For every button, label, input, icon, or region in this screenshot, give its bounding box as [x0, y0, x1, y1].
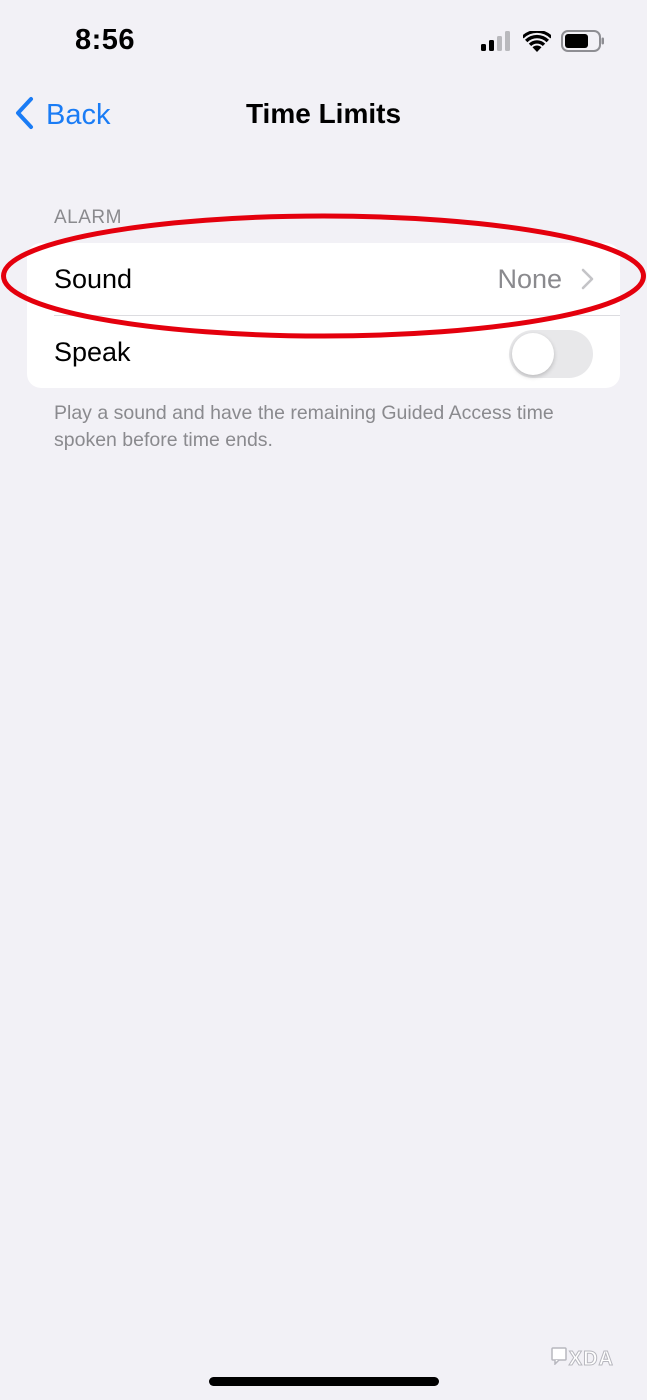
cellular-signal-icon — [481, 31, 513, 56]
status-time: 8:56 — [75, 24, 136, 56]
home-indicator[interactable] — [209, 1377, 439, 1386]
sound-row[interactable]: Sound None — [27, 243, 620, 316]
page-title: Time Limits — [245, 98, 402, 129]
speak-row: Speak — [27, 316, 620, 388]
xda-watermark-text: XDA — [568, 1347, 614, 1370]
battery-icon — [561, 30, 605, 57]
alarm-settings-group: Sound None Speak — [27, 243, 620, 388]
wifi-icon — [521, 29, 553, 57]
sound-label: Sound — [54, 264, 133, 294]
xda-logo-icon — [551, 1347, 567, 1371]
chevron-right-icon — [581, 268, 594, 295]
status-bar: 8:56 — [0, 0, 647, 80]
speak-label: Speak — [54, 337, 131, 367]
section-footer-note: Play a sound and have the remaining Guid… — [54, 402, 554, 451]
xda-watermark: XDA — [551, 1347, 614, 1371]
status-icons — [481, 29, 605, 57]
navigation-bar: Back Time Limits — [0, 88, 647, 144]
sound-value: None — [497, 264, 562, 294]
speak-toggle[interactable] — [509, 330, 593, 378]
section-header-alarm: ALARM — [54, 207, 122, 228]
toggle-knob — [512, 333, 554, 375]
